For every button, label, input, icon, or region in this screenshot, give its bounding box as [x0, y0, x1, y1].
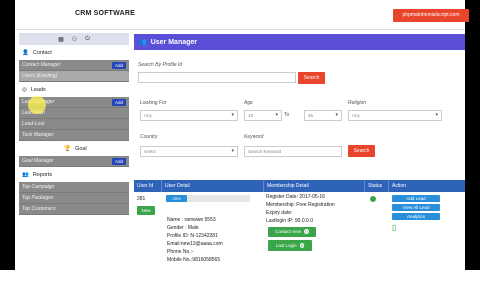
- users-icon: 👥: [22, 171, 29, 178]
- add-lead-action-button[interactable]: Add Lead: [392, 195, 440, 202]
- sidebar-toolbar: ▦ ⚇ ⏻: [19, 33, 129, 45]
- sidebar-item-users-existing[interactable]: Users (Existing): [19, 71, 129, 82]
- contact-view-count: 0: [304, 229, 309, 234]
- sidebar-item-top-packages[interactable]: Top Packages: [19, 193, 129, 204]
- search-button[interactable]: Search: [298, 72, 325, 84]
- button-label: Contact view: [275, 229, 301, 234]
- age-label: Age: [244, 100, 253, 106]
- section-label: Contact: [32, 49, 52, 56]
- main-panel: 👥 User Manager Search By Profile Id Sear…: [134, 34, 465, 270]
- col-user-id: User Id: [134, 180, 162, 192]
- register-date: Register Date: 2017-05-16: [266, 194, 325, 200]
- section-contact[interactable]: 👤 Contact: [19, 45, 129, 60]
- section-label: Goal: [75, 145, 87, 152]
- last-login-count: 0: [299, 243, 305, 248]
- sidebar-item-contact-manager[interactable]: Contact Manager Add: [19, 60, 129, 71]
- profile-id-input[interactable]: [138, 72, 296, 83]
- user-name: Name : ramwwe 5553: [167, 217, 216, 223]
- religion-label: Religion: [348, 100, 367, 106]
- page-title: User Manager: [150, 38, 198, 46]
- sidebar-item-task-manager[interactable]: Task Manager: [19, 130, 129, 141]
- lastlogin-ip: Lastlogin IP: 90.0.0.0: [266, 218, 313, 224]
- user-mobile: Mobile No.:9816058565: [167, 257, 221, 263]
- section-leads[interactable]: ◎ Leads: [19, 82, 129, 97]
- letterbox-left: [0, 0, 15, 270]
- add-lead-button[interactable]: Add: [111, 99, 126, 106]
- keyword-label: Keyword: [244, 134, 264, 140]
- section-label: Leads: [30, 86, 46, 93]
- sidebar: ▦ ⚇ ⏻ 👤 Contact Contact Manager Add User…: [19, 33, 129, 270]
- sidebar-item-label: Goal Manager: [22, 158, 54, 164]
- site-link-button[interactable]: phpmatrimonialscript.com: [393, 9, 469, 22]
- search-keyword-button[interactable]: Search: [348, 145, 375, 157]
- sidebar-item-goal-manager[interactable]: Goal Manager Add: [19, 156, 129, 167]
- person-icon: 👤: [22, 49, 29, 56]
- expiry-date: Expiry date:: [266, 210, 293, 216]
- section-label: Reports: [32, 171, 53, 178]
- mobile-icon[interactable]: ▯: [392, 223, 396, 232]
- sidebar-item-lead-lost[interactable]: Lead-Lost: [19, 119, 129, 130]
- keyword-input[interactable]: Search Keyword: [244, 146, 342, 157]
- cursor-highlight: [28, 96, 46, 114]
- country-label: Country: [140, 134, 158, 140]
- membership-type: Membership: Free Registration: [266, 202, 335, 208]
- progress-track: 25%: [166, 195, 250, 202]
- contact-view-button[interactable]: Contact view 0: [268, 227, 316, 237]
- app-title: CRM SOFTWARE: [75, 10, 135, 17]
- sidebar-item-label: Top Packages: [22, 195, 54, 201]
- sidebar-item-label: Task Manager: [22, 132, 54, 138]
- view-all-lead-button[interactable]: View All Lead: [392, 204, 440, 211]
- section-goal[interactable]: 🏆 Goal: [19, 141, 129, 156]
- user-table: User Id User Detail Membership Detail St…: [134, 180, 465, 282]
- progress-bar: 25%: [166, 195, 187, 202]
- trophy-icon: 🏆: [64, 145, 72, 152]
- status-indicator[interactable]: [370, 196, 376, 202]
- age-to-label: To: [284, 112, 290, 118]
- user-phone: Phone No.:-: [167, 249, 194, 255]
- search-by-label: Search By Profile Id: [138, 62, 183, 68]
- target-icon: ◎: [22, 86, 27, 93]
- sidebar-item-label: Users (Existing): [22, 73, 58, 79]
- last-login-button[interactable]: Last Login 0: [268, 240, 312, 251]
- page-header: 👥 User Manager: [134, 34, 465, 50]
- button-label: Last Login: [275, 243, 297, 248]
- col-membership: Membership Detail: [264, 180, 365, 192]
- users-icon[interactable]: ⚇: [72, 36, 77, 43]
- age-from-select[interactable]: 18: [244, 110, 282, 121]
- religion-select[interactable]: Any: [348, 110, 442, 121]
- table-header: User Id User Detail Membership Detail St…: [134, 180, 465, 192]
- user-profile-id: Profile ID: N-12342281: [167, 233, 218, 239]
- sidebar-item-top-campaign[interactable]: Top Campaign: [19, 182, 129, 193]
- analytics-button[interactable]: Analytics: [392, 213, 440, 220]
- screen: CRM SOFTWARE phpmatrimonialscript.com ▦ …: [0, 0, 480, 270]
- age-to-select[interactable]: 65: [304, 110, 342, 121]
- user-gender: Gender : Male: [167, 225, 199, 231]
- user-id: 281: [137, 196, 146, 202]
- users-icon: 👥: [138, 39, 147, 46]
- add-goal-button[interactable]: Add: [111, 158, 126, 165]
- user-email[interactable]: Email:new13@aaaa.com: [167, 241, 223, 247]
- section-reports[interactable]: 👥 Reports: [19, 167, 129, 182]
- sidebar-item-top-customers[interactable]: Top Customers: [19, 204, 129, 215]
- sidebar-item-label: Top Customers: [22, 206, 56, 212]
- table-row: 281 New 25% Name : ramwwe 5553 Gender : …: [134, 192, 465, 282]
- sidebar-item-label: Top Campaign: [22, 184, 55, 190]
- add-contact-button[interactable]: Add: [111, 62, 126, 69]
- col-action: Action: [392, 183, 406, 189]
- col-user-detail: User Detail: [162, 180, 264, 192]
- power-icon[interactable]: ⏻: [85, 36, 90, 43]
- sidebar-item-label: Contact Manager: [22, 62, 61, 68]
- looking-for-select[interactable]: Any: [140, 110, 238, 121]
- looking-for-label: Looking For: [140, 100, 167, 106]
- country-select[interactable]: select: [140, 146, 238, 157]
- new-badge: New: [137, 206, 155, 215]
- grid-icon[interactable]: ▦: [58, 36, 64, 43]
- top-bar: CRM SOFTWARE phpmatrimonialscript.com: [15, 0, 469, 30]
- letterbox-right: [465, 0, 480, 270]
- col-status: Status: [365, 180, 389, 192]
- sidebar-item-label: Lead-Lost: [22, 121, 45, 127]
